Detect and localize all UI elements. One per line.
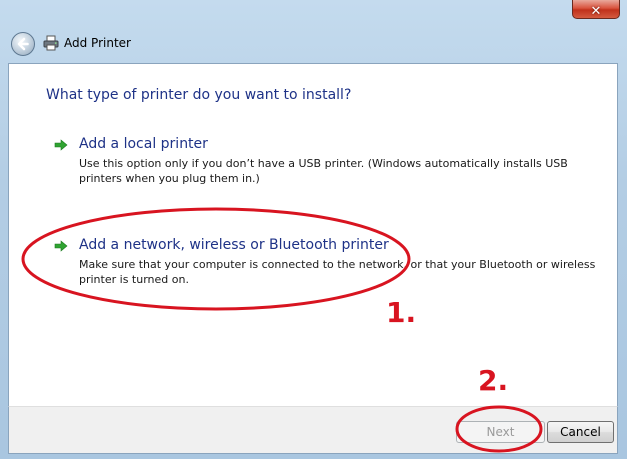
- option-local-printer-title[interactable]: Add a local printer: [79, 136, 208, 152]
- wizard-content: What type of printer do you want to inst…: [8, 63, 618, 406]
- cancel-button[interactable]: Cancel: [547, 421, 614, 443]
- close-button[interactable]: ✕: [572, 0, 620, 19]
- window-title: Add Printer: [64, 36, 131, 50]
- wizard-footer: Next Cancel: [8, 406, 618, 454]
- annotation-step-2: 2.: [478, 364, 509, 397]
- page-heading: What type of printer do you want to inst…: [46, 87, 352, 103]
- option-local-printer-description: Use this option only if you don’t have a…: [79, 157, 568, 185]
- close-icon: ✕: [590, 4, 602, 19]
- printer-icon: [43, 35, 59, 51]
- back-button[interactable]: [11, 32, 35, 56]
- window-frame: ✕ Add Printer What type of printer do yo…: [0, 0, 627, 459]
- green-arrow-icon: [54, 139, 68, 151]
- option-network-printer-title[interactable]: Add a network, wireless or Bluetooth pri…: [79, 237, 389, 253]
- green-arrow-icon: [54, 240, 68, 252]
- annotation-step-1: 1.: [386, 296, 417, 329]
- back-arrow-icon: [17, 37, 29, 51]
- next-button[interactable]: Next: [456, 421, 545, 443]
- option-network-printer-description: Make sure that your computer is connecte…: [79, 258, 596, 286]
